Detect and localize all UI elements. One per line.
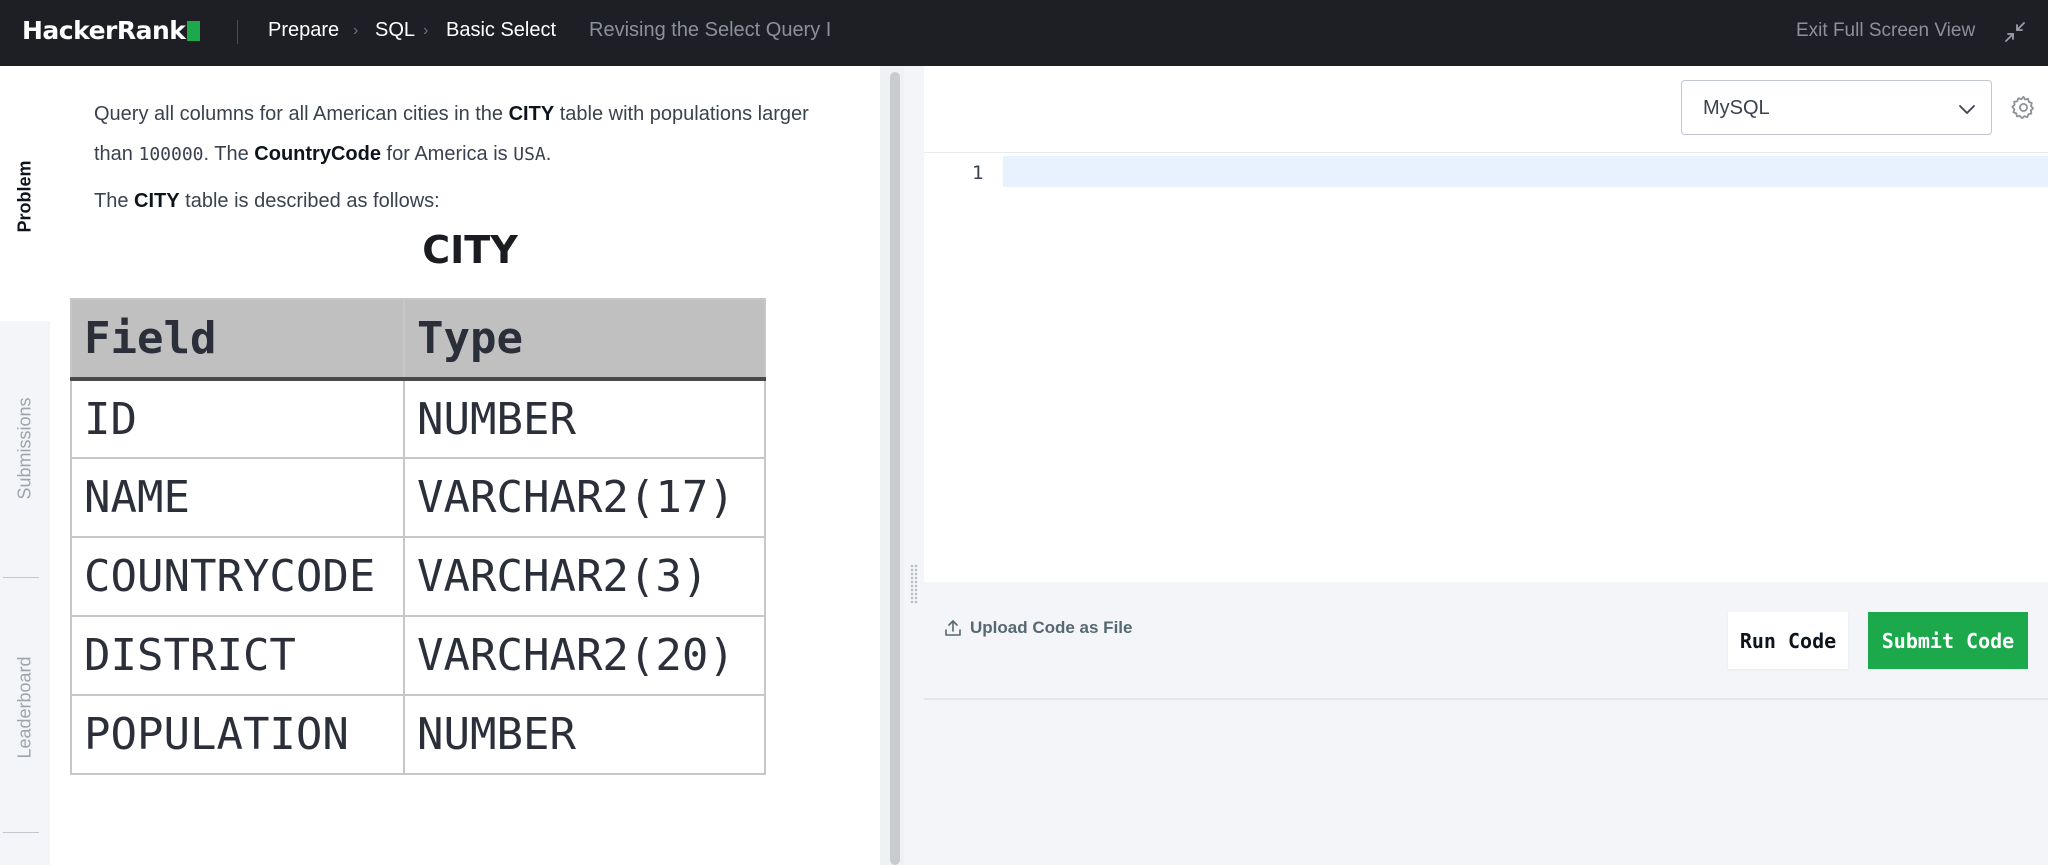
problem-paragraph-2: The CITY table is described as follows: xyxy=(94,181,440,221)
city-table: Field Type ID NUMBER NAME VARCHAR2(17) C… xyxy=(70,298,766,775)
table-header-row: Field Type xyxy=(70,298,766,381)
breadcrumb-basic-select[interactable]: Basic Select xyxy=(446,19,556,42)
text: table is described as follows: xyxy=(179,190,440,212)
breadcrumb-prepare[interactable]: Prepare xyxy=(268,19,339,42)
field-cell: ID xyxy=(70,378,405,459)
text: Query all columns for all American citie… xyxy=(94,103,509,125)
field-cell: POPULATION xyxy=(70,694,405,775)
countrycode-bold: CountryCode xyxy=(254,143,381,165)
upload-icon xyxy=(945,620,961,636)
tab-submissions[interactable]: Submissions xyxy=(15,397,36,499)
chevron-down-icon xyxy=(1959,105,1975,114)
text: . xyxy=(545,143,552,165)
type-cell: NUMBER xyxy=(403,378,766,459)
problem-sidebar-tabs: Problem Submissions Leaderboard xyxy=(0,66,50,865)
logo-text: HackerRank xyxy=(22,16,186,45)
city-table-title: CITY xyxy=(422,228,518,272)
city-bold: CITY xyxy=(508,103,555,125)
tab-divider xyxy=(3,832,39,833)
field-cell: DISTRICT xyxy=(70,615,405,696)
type-cell: VARCHAR2(17) xyxy=(403,457,766,538)
problem-paragraph-1: Query all columns for all American citie… xyxy=(94,94,809,175)
line-number: 1 xyxy=(972,162,984,184)
run-code-button[interactable]: Run Code xyxy=(1728,612,1848,669)
type-cell: NUMBER xyxy=(403,694,766,775)
breadcrumb-sql[interactable]: SQL xyxy=(375,19,415,42)
output-area xyxy=(924,700,2048,865)
submit-code-button[interactable]: Submit Code xyxy=(1868,612,2028,669)
table-row: POPULATION NUMBER xyxy=(70,694,766,775)
upload-code-label: Upload Code as File xyxy=(970,618,1133,637)
text: for America is xyxy=(380,143,514,165)
exit-fullscreen-link[interactable]: Exit Full Screen View xyxy=(1796,20,1975,42)
population-code: 100000 xyxy=(138,144,204,165)
topbar-divider xyxy=(237,20,238,44)
hackerrank-logo[interactable]: HackerRank xyxy=(22,16,201,45)
language-select[interactable]: MySQL xyxy=(1681,80,1992,135)
table-row: DISTRICT VARCHAR2(20) xyxy=(70,615,766,696)
text: The xyxy=(94,190,135,212)
column-header: Type xyxy=(403,298,766,381)
type-cell: VARCHAR2(3) xyxy=(403,536,766,617)
language-selected-value: MySQL xyxy=(1703,97,1770,119)
collapse-fullscreen-icon[interactable] xyxy=(2003,20,2027,44)
upload-code-button[interactable]: Upload Code as File xyxy=(944,618,1132,638)
column-header: Field xyxy=(70,298,405,381)
drag-handle-icon[interactable] xyxy=(910,564,918,604)
chevron-right-icon: › xyxy=(353,22,359,39)
text: table with populations larger xyxy=(554,103,809,125)
table-row: ID NUMBER xyxy=(70,378,766,459)
city-bold: CITY xyxy=(134,190,180,212)
settings-gear-icon[interactable] xyxy=(2010,94,2037,121)
logo-block-icon xyxy=(187,20,201,41)
text: . The xyxy=(203,143,255,165)
panel-splitter[interactable] xyxy=(904,66,924,865)
field-cell: NAME xyxy=(70,457,405,538)
field-cell: COUNTRYCODE xyxy=(70,536,405,617)
challenge-title: Revising the Select Query I xyxy=(589,19,832,41)
active-code-line[interactable] xyxy=(1003,156,2048,187)
usa-code: USA xyxy=(513,144,546,165)
problem-scrollbar-thumb[interactable] xyxy=(890,72,900,865)
top-navigation-bar: HackerRank Prepare › SQL › Basic Select … xyxy=(0,0,2048,66)
tab-problem[interactable]: Problem xyxy=(0,66,50,321)
tab-problem-label: Problem xyxy=(14,160,35,233)
chevron-right-icon: › xyxy=(423,22,429,39)
table-row: COUNTRYCODE VARCHAR2(3) xyxy=(70,536,766,617)
table-row: NAME VARCHAR2(17) xyxy=(70,457,766,538)
code-editor[interactable] xyxy=(924,152,2048,582)
type-cell: VARCHAR2(20) xyxy=(403,615,766,696)
tab-leaderboard[interactable]: Leaderboard xyxy=(15,656,36,758)
text: than xyxy=(94,143,139,165)
tab-divider xyxy=(3,577,39,578)
